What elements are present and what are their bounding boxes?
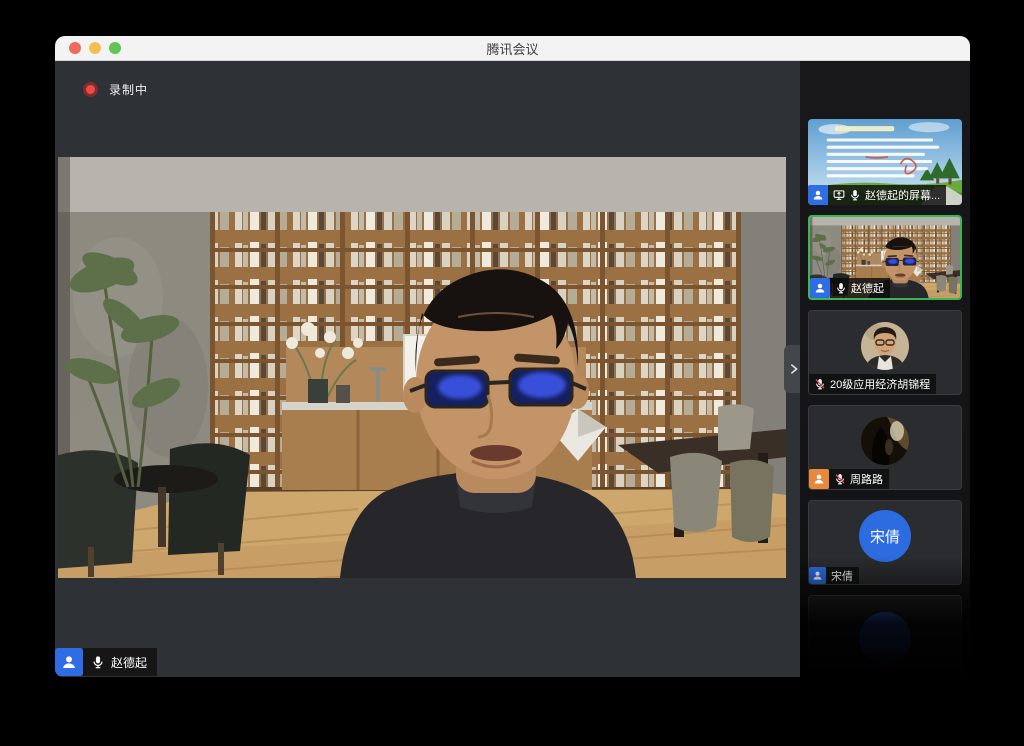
person-icon <box>61 654 77 670</box>
mic-muted-icon <box>814 378 826 390</box>
window-titlebar: 腾讯会议 <box>55 36 970 61</box>
avatar-photo <box>861 322 909 370</box>
speaker-name-tag: 赵德起 <box>55 648 157 676</box>
person-icon <box>814 282 826 294</box>
participant-tile-partial[interactable] <box>808 595 962 677</box>
speaker-name: 赵德起 <box>111 654 147 671</box>
participant-tile-active-speaker[interactable]: 赵德起 <box>808 215 962 300</box>
avatar <box>861 322 909 370</box>
participant-badge <box>55 648 83 676</box>
participant-tile[interactable]: 宋倩 宋倩 <box>808 500 962 585</box>
recording-indicator[interactable]: 录制中 <box>83 81 148 98</box>
screen-share-icon <box>833 189 845 201</box>
main-video[interactable] <box>58 157 786 578</box>
chevron-right-icon <box>787 362 801 376</box>
participant-name: 宋倩 <box>831 568 853 584</box>
participant-name: 赵德起的屏幕... <box>865 187 940 203</box>
desktop-background: 腾讯会议 录制中 赵德起 <box>0 0 1024 746</box>
main-stage: 录制中 赵德起 <box>55 61 800 677</box>
participant-badge <box>809 567 826 584</box>
record-dot-icon <box>83 82 98 97</box>
participant-tile[interactable]: 20级应用经济胡锦程 <box>808 310 962 395</box>
meeting-window: 腾讯会议 录制中 赵德起 <box>55 36 970 677</box>
participant-badge <box>810 278 830 298</box>
avatar: 宋倩 <box>859 510 911 562</box>
window-title: 腾讯会议 <box>55 39 970 58</box>
mic-icon <box>849 189 861 201</box>
person-icon <box>812 189 824 201</box>
participant-name: 赵德起 <box>851 280 884 296</box>
participant-tile-screen-share[interactable]: 赵德起的屏幕... <box>808 119 962 205</box>
person-icon <box>812 570 823 581</box>
mic-icon <box>91 655 105 669</box>
avatar <box>859 612 911 664</box>
avatar <box>861 417 909 465</box>
participants-sidebar: 赵德起的屏幕... 赵德起 <box>800 61 970 677</box>
participant-tile[interactable]: 周路路 <box>808 405 962 490</box>
person-icon <box>813 473 825 485</box>
participant-badge <box>808 185 828 205</box>
mic-icon <box>835 282 847 294</box>
participant-name: 周路路 <box>850 471 883 487</box>
participant-name: 20级应用经济胡锦程 <box>830 376 930 392</box>
mic-muted-icon <box>834 473 846 485</box>
avatar-photo <box>861 417 909 465</box>
video-scene <box>58 157 786 578</box>
recording-label: 录制中 <box>109 81 148 98</box>
participant-badge <box>809 469 829 489</box>
